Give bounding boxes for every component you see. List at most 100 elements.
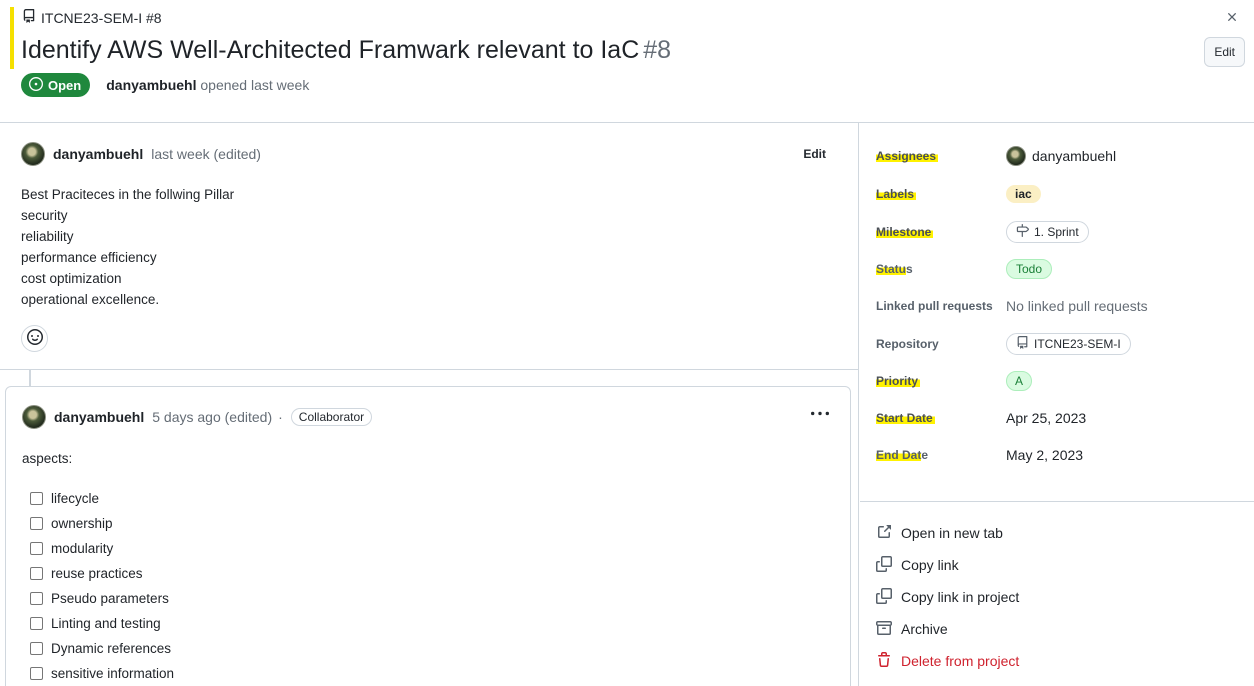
field-priority[interactable]: Priority A [876,369,1246,393]
task-checkbox[interactable] [30,617,43,630]
issue-number: #8 [643,36,672,64]
field-end-date[interactable]: End Date May 2, 2023 [876,443,1246,467]
field-value-linked-pull-requests: No linked pull requests [1006,298,1148,314]
archive-icon [876,620,892,639]
task-label: lifecycle [51,491,100,506]
field-value-milestone[interactable]: 1. Sprint [1006,221,1089,243]
priority-chip[interactable]: A [1006,371,1033,391]
field-milestone[interactable]: Milestone 1. Sprint [876,220,1246,244]
task-checkbox[interactable] [30,492,43,505]
task-item: Linting and testing [30,611,174,636]
label-chip[interactable]: iac [1006,185,1041,203]
action-label: Open in new tab [901,525,1003,541]
smiley-icon [26,329,43,348]
state-badge-label: Open [48,77,82,93]
task-label: Dynamic references [51,641,172,656]
field-value-assignees[interactable]: danyambuehl [1006,146,1116,166]
open-in-new-tab-action[interactable]: Open in new tab [876,517,1019,549]
field-value-priority[interactable]: A [1006,371,1033,391]
add-reaction-button[interactable] [21,325,48,352]
body-line: reliability [21,229,74,244]
field-label-repository: Repository [876,337,939,351]
comment-timestamp[interactable]: 5 days ago (edited) [152,409,272,425]
edit-title-button[interactable]: Edit [1204,37,1245,67]
issue-opened-icon [29,76,43,94]
status-chip[interactable]: Todo [1006,259,1053,279]
field-labels[interactable]: Labels iac [876,182,1246,206]
field-label-linked-pull-requests: Linked pull requests [876,299,993,313]
issue-header: ITCNE23-SEM-I #8 Identify AWS Well-Archi… [0,0,1254,123]
body-line: Best Praciteces in the follwing Pillar [21,187,235,202]
milestone-chip[interactable]: 1. Sprint [1006,221,1089,243]
opened-by-author[interactable]: danyambuehl [106,77,196,93]
body-line: security [21,208,68,223]
comment-header: danyambuehl last week (edited) [21,142,261,166]
task-checkbox[interactable] [30,542,43,555]
field-label-status-highlighted: Statu [876,262,906,276]
field-value-repository[interactable]: ITCNE23-SEM-I [1006,333,1131,355]
timeline-comment: danyambuehl 5 days ago (edited) · Collab… [5,386,851,686]
field-label-status: Status [876,262,913,276]
task-item: modularity [30,536,174,561]
field-value-end-date[interactable]: May 2, 2023 [1006,447,1083,463]
task-checkbox[interactable] [30,592,43,605]
comment-options-button[interactable] [811,405,829,428]
repository-chip[interactable]: ITCNE23-SEM-I [1006,333,1131,355]
field-status[interactable]: Status Todo [876,257,1246,281]
field-label-priority: Priority [876,374,921,388]
field-label-labels: Labels [876,187,917,201]
avatar[interactable] [21,142,45,166]
copy-link-in-project-action[interactable]: Copy link in project [876,581,1019,613]
trash-icon [876,651,892,671]
state-badge: Open [21,73,91,97]
repo-icon [1016,336,1029,352]
task-checkbox[interactable] [30,667,43,680]
body-line: performance efficiency [21,250,157,265]
avatar [1006,146,1026,166]
task-label: modularity [51,541,114,556]
avatar[interactable] [22,405,46,429]
task-checkbox[interactable] [30,642,43,655]
close-icon [1225,10,1239,27]
task-label: reuse practices [51,566,143,581]
field-label-end-date-highlighted: End Dat [876,448,922,462]
task-label: Linting and testing [51,616,161,631]
task-checkbox[interactable] [30,567,43,580]
task-item: Pseudo parameters [30,586,174,611]
sidebar-actions: Open in new tab Copy link Copy link in p… [876,517,1019,677]
field-label-assignees: Assignees [876,149,939,163]
copy-icon [876,555,892,575]
repo-reference[interactable]: ITCNE23-SEM-I #8 [22,9,162,26]
task-list: lifecycle ownership modularity reuse pra… [30,486,174,686]
comment-timestamp[interactable]: last week (edited) [151,146,261,162]
field-label-milestone: Milestone [876,225,934,239]
action-label: Copy link [901,557,959,573]
repo-icon [22,9,36,26]
field-linked-pull-requests: Linked pull requests No linked pull requ… [876,294,1246,318]
task-item: lifecycle [30,486,174,511]
field-value-labels[interactable]: iac [1006,185,1041,203]
comment-body: Best Praciteces in the follwing Pillar s… [21,184,234,310]
archive-action[interactable]: Archive [876,613,1019,645]
field-value-status[interactable]: Todo [1006,259,1053,279]
milestone-label: 1. Sprint [1034,225,1079,239]
link-external-icon [876,524,892,543]
comment-author[interactable]: danyambuehl [53,146,143,162]
milestone-icon [1016,224,1029,240]
field-value-start-date[interactable]: Apr 25, 2023 [1006,410,1086,426]
edit-comment-button[interactable]: Edit [803,147,826,161]
copy-icon [876,587,892,607]
field-repository: Repository ITCNE23-SEM-I [876,332,1246,356]
field-assignees[interactable]: Assignees danyambuehl [876,144,1246,168]
close-button[interactable] [1222,8,1242,28]
copy-link-action[interactable]: Copy link [876,549,1019,581]
delete-from-project-action[interactable]: Delete from project [876,645,1019,677]
issue-title: Identify AWS Well-Architected Framwark r… [21,36,671,65]
comment-author[interactable]: danyambuehl [54,409,144,425]
field-start-date[interactable]: Start Date Apr 25, 2023 [876,406,1246,430]
task-label: ownership [51,516,113,531]
task-item: reuse practices [30,561,174,586]
task-checkbox[interactable] [30,517,43,530]
repo-reference-text: ITCNE23-SEM-I #8 [41,9,162,26]
comment-intro: aspects: [22,451,73,466]
